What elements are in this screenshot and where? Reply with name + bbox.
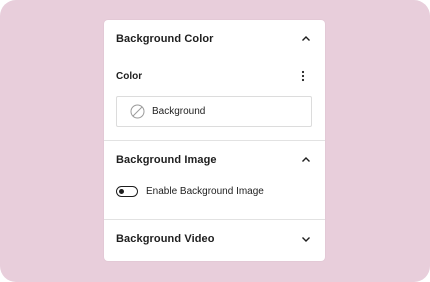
section-title: Background Image <box>116 154 217 166</box>
background-image-toggle-row: Enable Background Image <box>116 186 264 197</box>
chevron-up-icon[interactable] <box>299 32 313 46</box>
kebab-vertical-icon[interactable] <box>297 68 309 84</box>
section-title: Background Video <box>116 233 215 245</box>
background-color-picker[interactable]: Background <box>116 96 312 127</box>
background-color-value: Background <box>152 106 206 117</box>
section-divider <box>104 219 325 220</box>
toggle-label: Enable Background Image <box>146 186 264 197</box>
chevron-down-icon[interactable] <box>299 232 313 246</box>
background-video-section-header[interactable]: Background Video <box>116 229 313 249</box>
background-image-section-header[interactable]: Background Image <box>116 150 313 170</box>
background-image-toggle[interactable] <box>116 186 138 197</box>
section-title: Background Color <box>116 33 214 45</box>
no-color-icon <box>130 104 145 119</box>
color-label: Color <box>116 71 143 82</box>
toggle-knob <box>119 188 124 194</box>
chevron-up-icon[interactable] <box>299 153 313 167</box>
section-divider <box>104 140 325 141</box>
background-color-section-header[interactable]: Background Color <box>116 29 313 49</box>
settings-panel: Background Color Color Background Backgr… <box>104 20 325 261</box>
